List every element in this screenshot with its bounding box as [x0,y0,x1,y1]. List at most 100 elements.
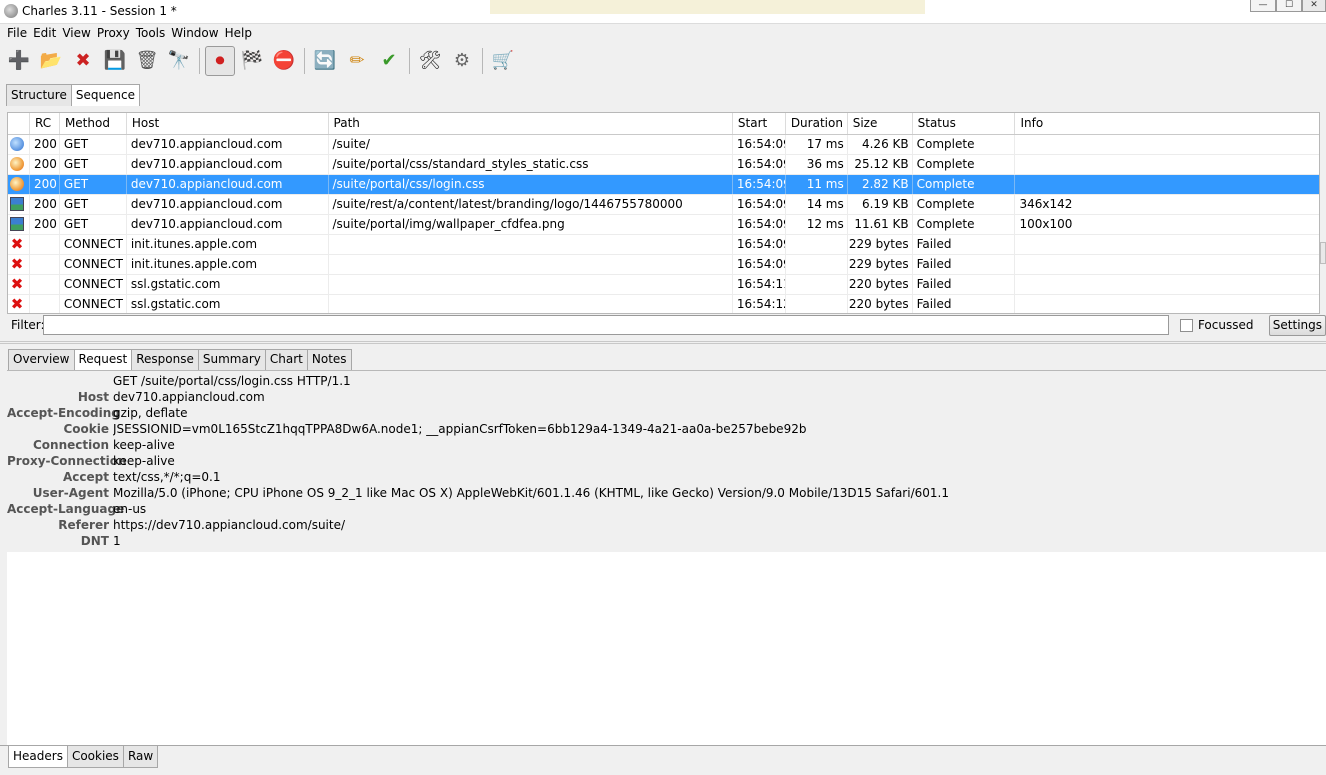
column-header-method[interactable]: Method [60,113,127,134]
header-value[interactable]: keep-alive [113,437,175,453]
menu-edit[interactable]: Edit [30,24,59,42]
method-cell: GET [60,195,127,214]
info-cell [1015,295,1319,313]
tab-request[interactable]: Request [73,349,133,370]
path-cell: /suite/ [329,135,733,154]
table-row[interactable]: 200 GET dev710.appiancloud.com/suite/porta… [8,215,1319,235]
table-row[interactable]: ✖ CONNECT init.itunes.apple.com 16:54:09 229… [8,255,1319,275]
open-folder-button[interactable]: 📂 [36,46,66,76]
trash-button[interactable]: 🗑 [132,46,162,76]
size-cell: 6.19 KB [848,195,913,214]
header-value[interactable]: keep-alive [113,453,175,469]
request-line[interactable]: GET /suite/portal/css/login.css HTTP/1.1 [113,373,351,389]
binoculars-button[interactable]: 🔭 [164,46,194,76]
header-value[interactable]: gzip, deflate [113,405,188,421]
tab-response[interactable]: Response [131,349,199,370]
tab-notes[interactable]: Notes [306,349,352,370]
table-row[interactable]: 200 GET dev710.appiancloud.com/suite/porta… [8,175,1319,195]
repeat-button[interactable]: 🔄 [310,46,340,76]
column-header-icon[interactable] [8,113,30,134]
menu-tools[interactable]: Tools [133,24,169,42]
header-value[interactable]: text/css,*/*;q=0.1 [113,469,220,485]
close-session-icon: ✖ [75,50,91,71]
duration-cell: 36 ms [786,155,848,174]
column-header-info[interactable]: Info [1015,113,1319,134]
throttle-flag-button[interactable]: 🏁 [237,46,267,76]
table-row[interactable]: ✖ CONNECT ssl.gstatic.com 16:54:12 220 bytes… [8,295,1319,313]
menu-proxy[interactable]: Proxy [94,24,133,42]
focussed-label: Focussed [1197,318,1254,332]
rc-cell [30,275,60,294]
maximize-button[interactable]: ☐ [1276,0,1302,12]
status-cell: Failed [913,255,1016,274]
table-row[interactable]: 200 GET dev710.appiancloud.com/suite/porta… [8,155,1319,175]
header-value[interactable]: JSESSIONID=vm0L165StcZ1hqqTPPA8Dw6A.node… [113,421,806,437]
menu-view[interactable]: View [59,24,93,42]
tab-overview[interactable]: Overview [8,349,75,370]
menu-window[interactable]: Window [168,24,221,42]
settings-gear-button[interactable]: ⚙ [447,46,477,76]
record-button[interactable]: ⏺ [205,46,235,76]
save-button[interactable]: 💾 [100,46,130,76]
tab-summary[interactable]: Summary [197,349,266,370]
duration-cell: 11 ms [786,175,848,194]
tab-structure[interactable]: Structure [6,84,72,106]
close-session-button[interactable]: ✖ [68,46,98,76]
column-header-start[interactable]: Start [733,113,786,134]
edit-pencil-button[interactable]: ✏ [342,46,372,76]
rc-cell: 200 [30,155,60,174]
start-cell: 16:54:09 [733,255,786,274]
header-value[interactable]: en-us [113,501,146,517]
duration-cell [786,275,848,294]
filter-input[interactable] [43,315,1170,335]
split-pane-divider[interactable] [0,341,1326,344]
tab-raw[interactable]: Raw [122,746,159,768]
table-row[interactable]: ✖ CONNECT ssl.gstatic.com 16:54:11 220 bytes… [8,275,1319,295]
new-session-button[interactable]: ➕ [4,46,34,76]
tab-sequence[interactable]: Sequence [70,84,141,106]
table-row[interactable]: ✖ CONNECT init.itunes.apple.com 16:54:09 229… [8,235,1319,255]
tab-headers[interactable]: Headers [8,746,68,768]
table-row[interactable]: 200 GET dev710.appiancloud.com/suite/16:54… [8,135,1319,155]
method-cell: CONNECT [60,255,127,274]
menu-help[interactable]: Help [222,24,255,42]
close-window-button[interactable]: ✕ [1302,0,1326,12]
status-cell: Complete [913,195,1016,214]
column-header-status[interactable]: Status [913,113,1016,134]
breakpoints-stop-button[interactable]: ⛔ [269,46,299,76]
tab-chart[interactable]: Chart [264,349,308,370]
header-name: DNT [80,534,109,548]
column-header-duration[interactable]: Duration [786,113,848,134]
tab-cookies[interactable]: Cookies [66,746,124,768]
validate-check-button[interactable]: ✔ [374,46,404,76]
bottom-tab-border [0,745,1326,746]
menu-bar: File Edit View Proxy Tools Window Help [0,24,1326,42]
status-cell: Complete [913,175,1016,194]
minimize-button[interactable]: — [1250,0,1276,12]
row-icon-cell [8,155,30,174]
table-row[interactable]: 200 GET dev710.appiancloud.com/suite/rest/… [8,195,1319,215]
size-cell: 229 bytes [848,235,913,254]
breakpoints-stop-icon: ⛔ [272,50,296,71]
request-line-row: GET /suite/portal/css/login.css HTTP/1.1 [7,373,1326,389]
menu-file[interactable]: File [4,24,30,42]
settings-gear-icon: ⚙ [453,50,471,71]
header-name: Host [77,390,109,404]
scrollbar[interactable] [1320,242,1326,264]
rc-cell: 200 [30,195,60,214]
header-value[interactable]: Mozilla/5.0 (iPhone; CPU iPhone OS 9_2_1… [113,485,949,501]
path-cell [329,255,733,274]
column-header-host[interactable]: Host [127,113,329,134]
info-cell: 100x100 [1019,217,1073,231]
column-header-path[interactable]: Path [329,113,733,134]
tools-button[interactable]: 🛠 [415,46,445,76]
header-value[interactable]: https://dev710.appiancloud.com/suite/ [113,517,345,533]
header-value[interactable]: 1 [113,533,121,549]
focussed-checkbox[interactable] [1180,318,1193,332]
column-header-rc[interactable]: RC [30,113,60,134]
shopping-cart-button[interactable]: 🛒 [488,46,518,76]
header-value[interactable]: dev710.appiancloud.com [113,389,265,405]
info-cell [1015,135,1319,154]
settings-button[interactable]: Settings [1268,314,1326,336]
column-header-size[interactable]: Size [848,113,913,134]
